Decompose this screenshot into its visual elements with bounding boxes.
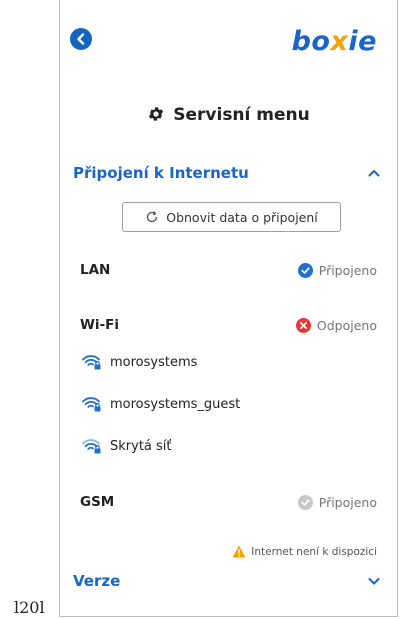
x-circle-icon	[295, 317, 311, 333]
wifi-label: Wi-Fi	[80, 317, 119, 333]
wifi-status: Odpojeno	[295, 317, 377, 333]
refresh-connection-button[interactable]: Obnovit data o připojení	[122, 202, 341, 232]
wifi-row: Wi-Fi Odpojeno	[80, 317, 377, 333]
wifi-lock-icon	[82, 396, 102, 412]
section-internet-header[interactable]: Připojení k Internetu	[73, 164, 381, 182]
wifi-network-item[interactable]: Skrytá síť	[82, 438, 172, 454]
check-circle-icon	[297, 494, 313, 510]
section-internet-label: Připojení k Internetu	[73, 164, 249, 182]
back-arrow-icon	[77, 33, 85, 45]
gsm-label: GSM	[80, 494, 115, 510]
corner-label: l20l	[14, 598, 45, 617]
section-version-label: Verze	[73, 572, 121, 590]
boxie-logo: boxie	[291, 26, 377, 57]
gear-icon	[147, 105, 165, 128]
section-version-header[interactable]: Verze	[73, 572, 381, 590]
chevron-up-icon[interactable]	[367, 166, 381, 180]
chevron-down-icon[interactable]	[367, 574, 381, 588]
wifi-network-item[interactable]: morosystems_guest	[82, 396, 240, 412]
check-circle-icon	[297, 262, 313, 278]
page-title: Servisní menu	[60, 105, 397, 128]
page-title-text: Servisní menu	[173, 105, 310, 125]
warning-icon	[232, 545, 246, 558]
lan-status: Připojeno	[297, 262, 377, 278]
app-panel: boxie Servisní menu Připojení k Internet…	[59, 0, 398, 617]
lan-label: LAN	[80, 262, 111, 278]
refresh-icon	[145, 210, 159, 224]
wifi-lock-icon	[82, 354, 102, 370]
gsm-row: GSM Připojeno	[80, 494, 377, 510]
gsm-warning: Internet není k dispozici	[232, 545, 377, 558]
lan-row: LAN Připojeno	[80, 262, 377, 278]
gsm-status: Připojeno	[297, 494, 377, 510]
back-button[interactable]	[70, 28, 92, 50]
refresh-button-label: Obnovit data o připojení	[166, 209, 318, 225]
wifi-network-item[interactable]: morosystems	[82, 354, 197, 370]
wifi-lock-icon	[82, 438, 102, 454]
